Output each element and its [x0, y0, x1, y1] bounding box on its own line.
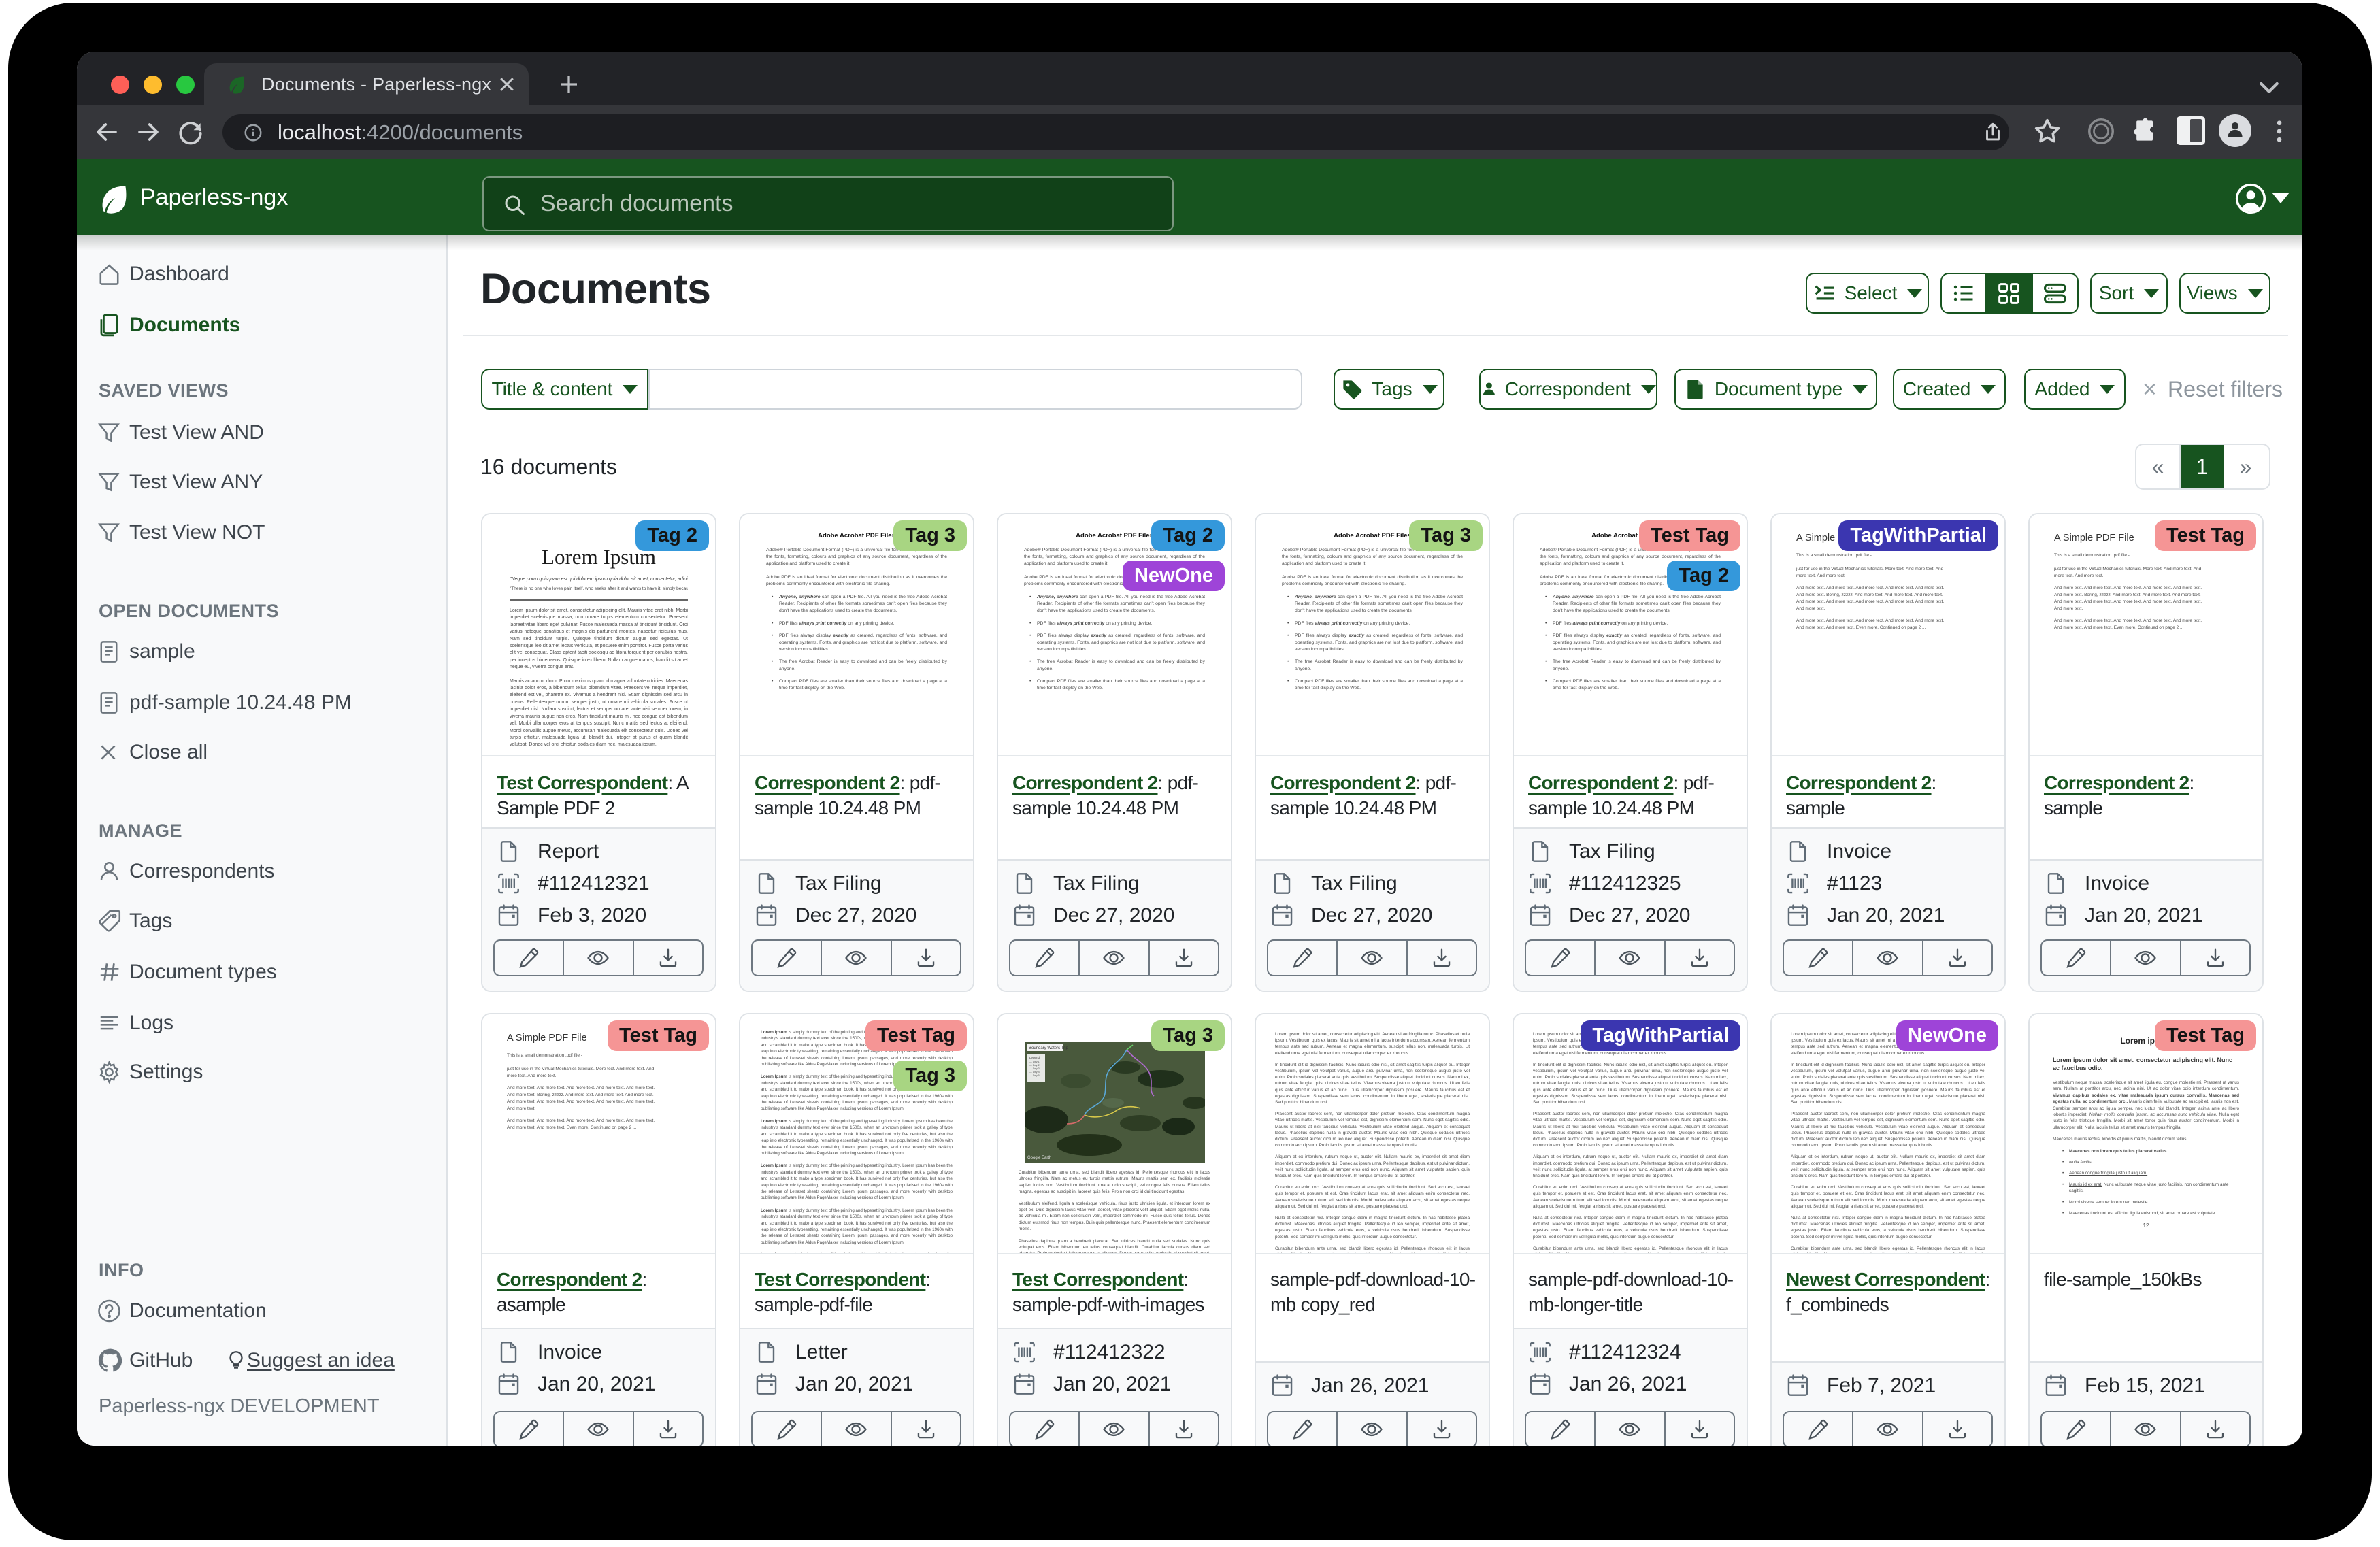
svg-text:— Day 3: — Day 3	[1029, 1067, 1040, 1070]
svg-text:— Day 2: — Day 2	[1029, 1064, 1040, 1067]
svg-text:Boundary Waters Trip: Boundary Waters Trip	[1029, 1046, 1068, 1050]
svg-text:— Day 5: — Day 5	[1029, 1074, 1040, 1077]
svg-text:— Day 1: — Day 1	[1029, 1061, 1040, 1063]
svg-text:Google Earth: Google Earth	[1027, 1156, 1051, 1160]
svg-text:Legend: Legend	[1029, 1056, 1040, 1059]
svg-text:— Day 4: — Day 4	[1029, 1071, 1040, 1074]
